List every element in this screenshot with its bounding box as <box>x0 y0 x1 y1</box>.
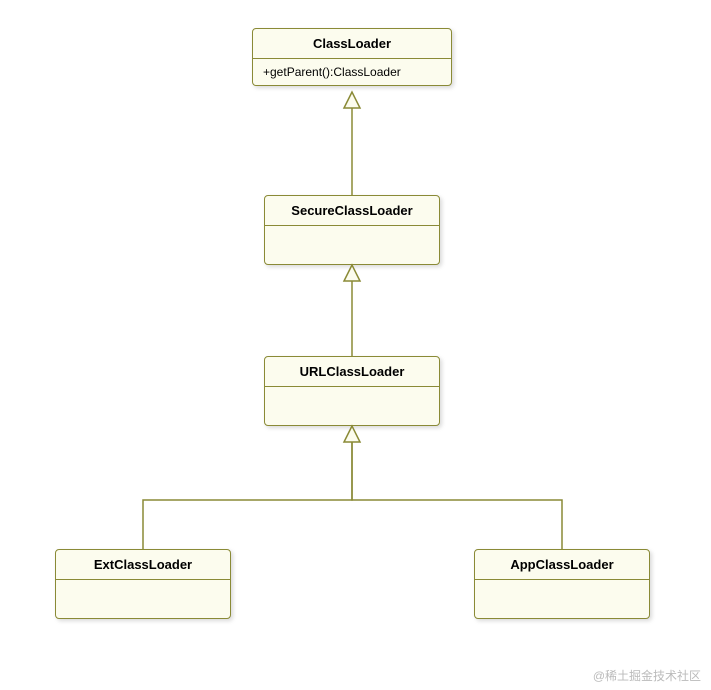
generalization-arrow <box>143 442 352 549</box>
class-title: AppClassLoader <box>475 550 649 580</box>
generalization-arrow-head <box>344 426 360 442</box>
class-methods <box>265 387 439 425</box>
class-urlclassloader: URLClassLoader <box>264 356 440 426</box>
class-title: URLClassLoader <box>265 357 439 387</box>
class-methods <box>475 580 649 618</box>
class-secureclassloader: SecureClassLoader <box>264 195 440 265</box>
class-title: SecureClassLoader <box>265 196 439 226</box>
class-methods <box>56 580 230 618</box>
generalization-arrow <box>344 92 360 195</box>
class-extclassloader: ExtClassLoader <box>55 549 231 619</box>
watermark-text: @稀土掘金技术社区 <box>593 667 701 684</box>
class-title: ExtClassLoader <box>56 550 230 580</box>
class-methods: +getParent():ClassLoader <box>253 59 451 85</box>
class-title: ClassLoader <box>253 29 451 59</box>
class-appclassloader: AppClassLoader <box>474 549 650 619</box>
generalization-arrow <box>352 442 562 549</box>
class-classloader: ClassLoader +getParent():ClassLoader <box>252 28 452 86</box>
generalization-arrow <box>344 265 360 356</box>
class-methods <box>265 226 439 264</box>
